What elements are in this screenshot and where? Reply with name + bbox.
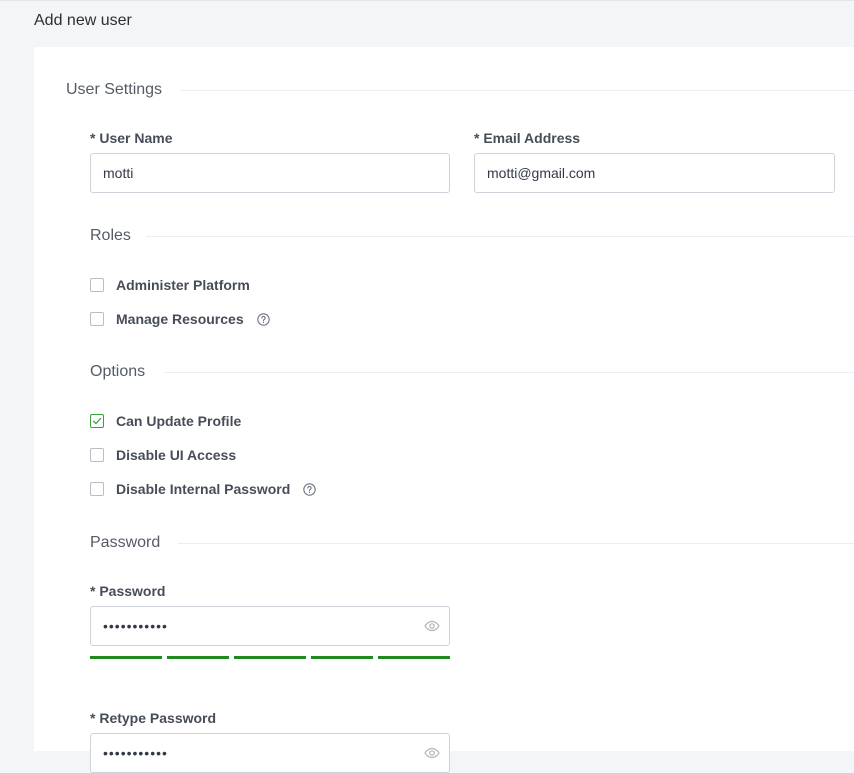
question-circle-icon[interactable] [303,482,317,496]
checkbox-disable-internal-password[interactable]: Disable Internal Password [90,480,317,498]
page-title: Add new user [34,12,132,29]
strength-segment [90,656,162,659]
strength-segment [378,656,450,659]
username-input[interactable] [90,153,450,193]
section-divider [146,236,854,237]
checkbox-label: Manage Resources [116,311,244,327]
username-label: * User Name [90,130,173,146]
eye-icon[interactable] [424,618,440,634]
section-title-options: Options [90,363,146,380]
checkbox-label: Disable Internal Password [116,481,291,497]
checkbox-box[interactable] [90,278,104,292]
checkbox-label: Disable UI Access [116,447,237,463]
checkbox-administer-platform[interactable]: Administer Platform [90,276,250,294]
checkbox-box[interactable] [90,312,104,326]
strength-segment [311,656,373,659]
section-divider [178,543,854,544]
email-input[interactable] [474,153,835,193]
user-form-card: User Settings * User Name * Email Addres… [34,47,854,773]
checkbox-label: Can Update Profile [116,413,242,429]
question-circle-icon[interactable] [256,312,270,326]
strength-segment [167,656,229,659]
password-field [90,606,450,646]
checkmark-icon [92,417,102,425]
section-title-roles: Roles [90,227,131,244]
section-title-password: Password [90,534,161,551]
checkbox-manage-resources[interactable]: Manage Resources [90,310,270,328]
checkbox-label: Administer Platform [116,277,250,293]
checkbox-box[interactable] [90,448,104,462]
checkbox-box-checked[interactable] [90,414,104,428]
password-input[interactable] [90,606,450,646]
checkbox-can-update-profile[interactable]: Can Update Profile [90,412,241,430]
section-title-user-settings: User Settings [66,81,163,98]
section-divider [180,90,854,91]
checkbox-box[interactable] [90,482,104,496]
retype-password-label: * Retype Password [90,710,217,726]
retype-password-input[interactable] [90,733,450,773]
checkbox-disable-ui-access[interactable]: Disable UI Access [90,446,236,464]
section-divider [164,372,854,373]
retype-password-field [90,733,450,773]
email-label: * Email Address [474,130,581,146]
password-label: * Password [90,583,166,599]
eye-icon[interactable] [424,745,440,761]
top-divider [0,0,854,1]
strength-segment [234,656,306,659]
password-strength-meter [90,656,450,659]
